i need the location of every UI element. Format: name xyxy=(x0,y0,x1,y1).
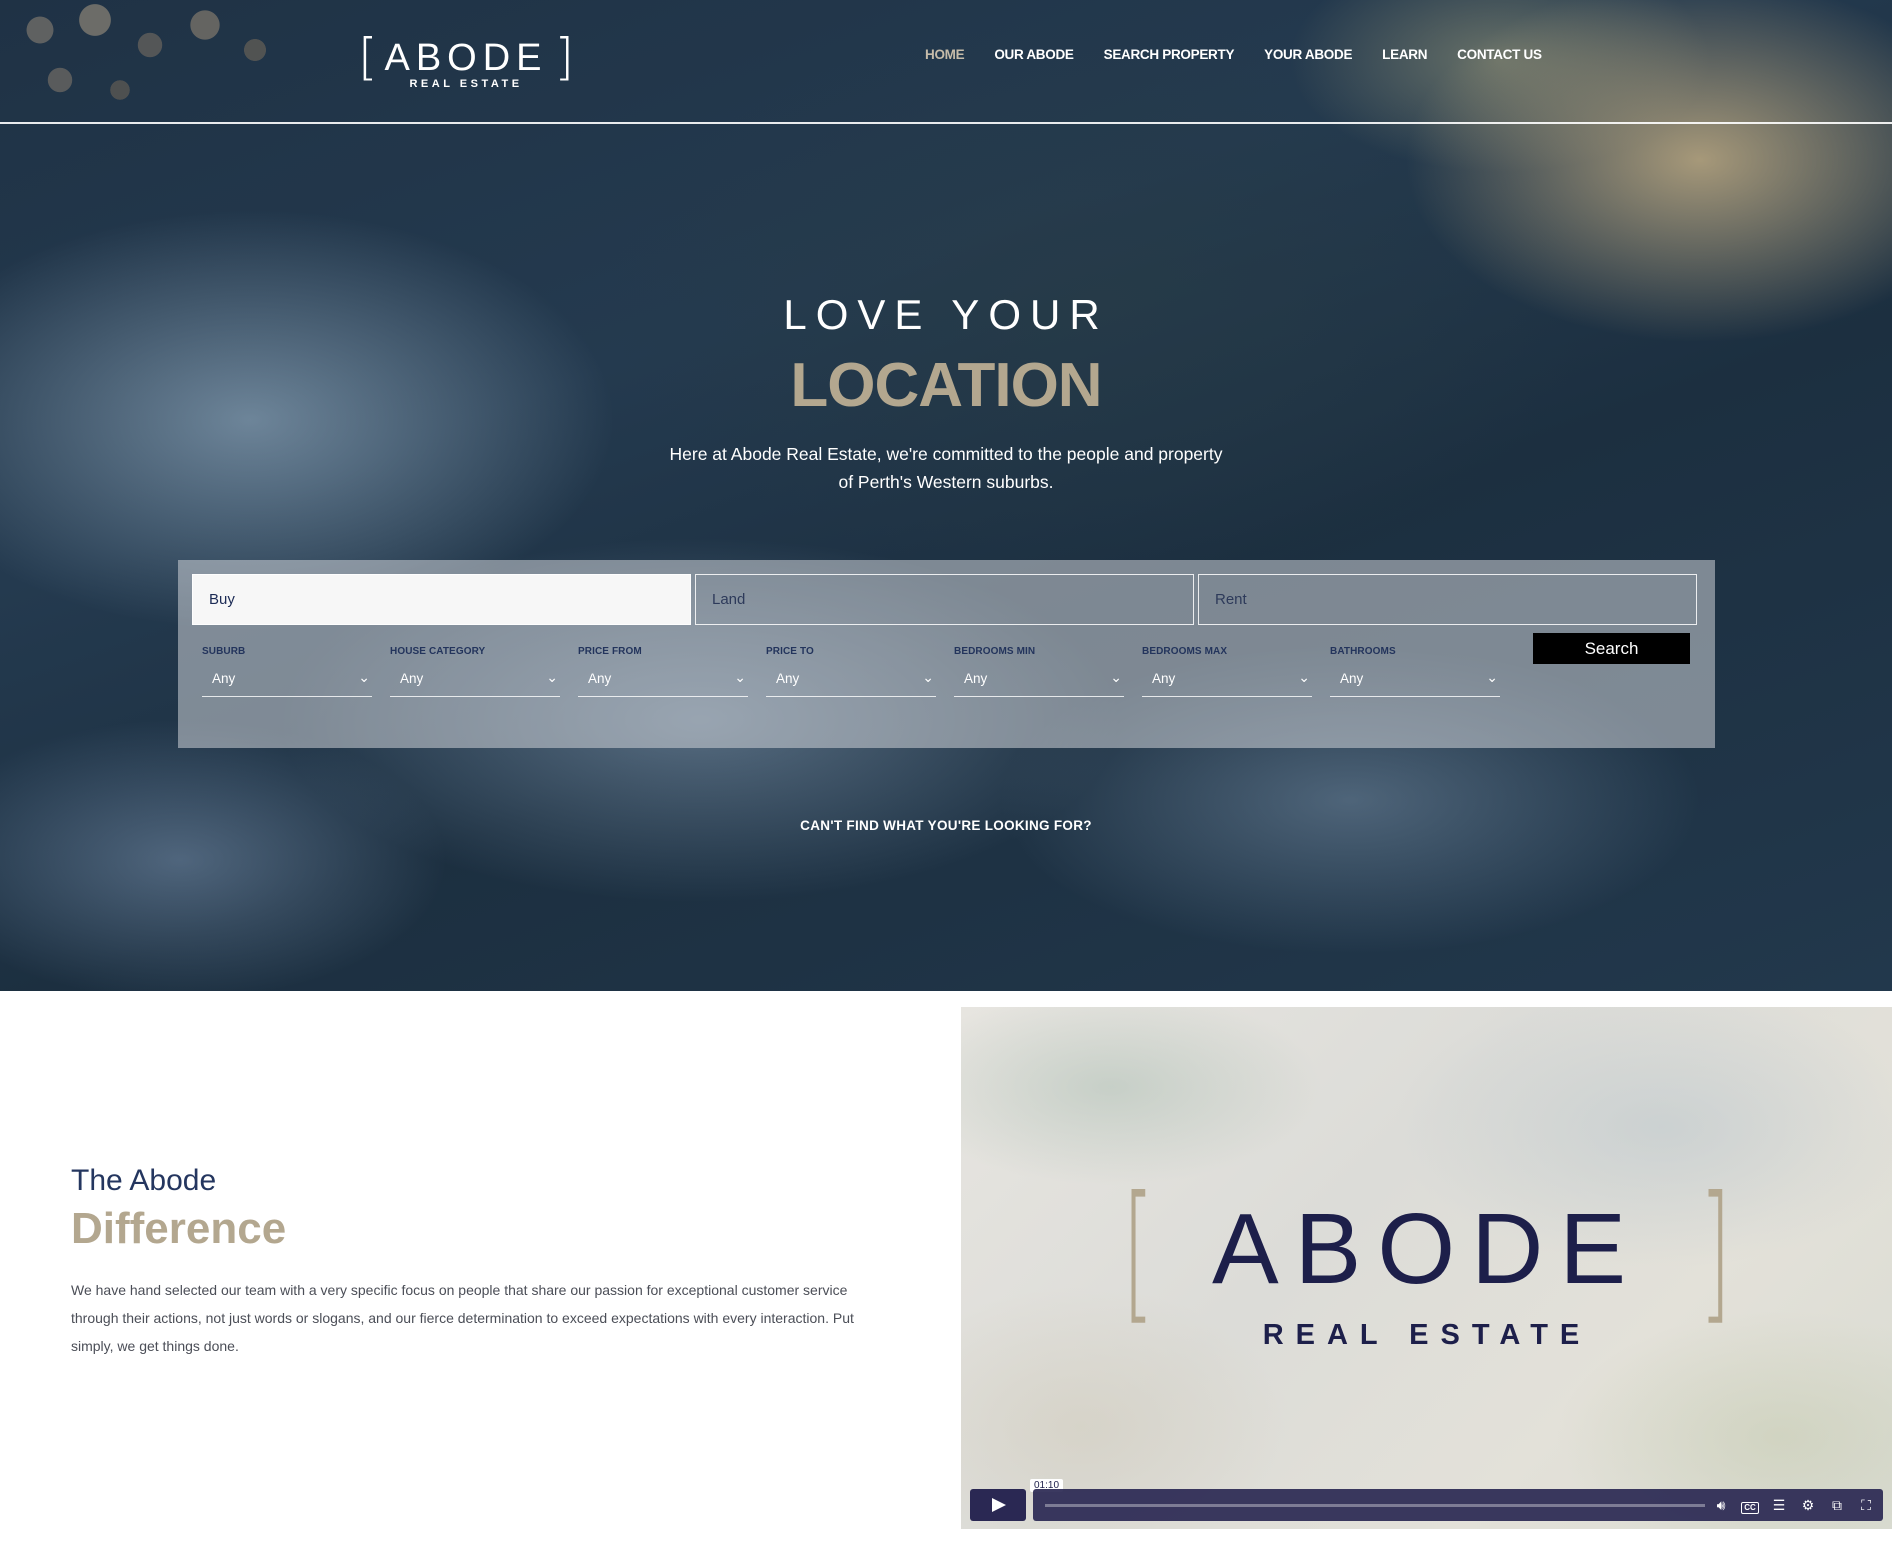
nav-item-your-abode[interactable]: YOUR ABODE xyxy=(1249,47,1367,62)
chevron-down-icon: ⌄ xyxy=(358,669,370,685)
bathrooms-select[interactable]: Any ⌄ xyxy=(1330,669,1500,697)
video-player[interactable]: [ ABODE REAL ESTATE ] 01:10 🔊︎ CC ☰ ⚙ ⧉ … xyxy=(961,1007,1892,1529)
main-nav: HOME OUR ABODE SEARCH PROPERTY YOUR ABOD… xyxy=(910,47,1557,62)
filter-label: BEDROOMS MIN xyxy=(954,646,1036,657)
filter-house-category: HOUSE CATEGORY Any ⌄ xyxy=(390,646,578,697)
search-type-tabs: Buy Land Rent xyxy=(192,574,1697,625)
filter-suburb: SUBURB Any ⌄ xyxy=(202,646,390,697)
nav-item-our-abode[interactable]: OUR ABODE xyxy=(979,47,1088,62)
cant-find-link[interactable]: CAN'T FIND WHAT YOU'RE LOOKING FOR? xyxy=(0,818,1892,833)
select-value: Any xyxy=(588,671,612,686)
site-logo[interactable]: [ ABODE REAL ESTATE ] xyxy=(358,28,574,92)
tab-land[interactable]: Land xyxy=(695,574,1194,625)
poster-bracket-right: ] xyxy=(1699,1165,1732,1339)
video-poster-logo: [ ABODE REAL ESTATE ] xyxy=(1122,1177,1732,1351)
filter-label: SUBURB xyxy=(202,646,246,657)
fullscreen-icon[interactable]: ⛶ xyxy=(1855,1495,1877,1515)
logo-wordmark: ABODE xyxy=(384,37,548,79)
video-control-bar: 🔊︎ CC ☰ ⚙ ⧉ ⛶ xyxy=(1033,1489,1883,1521)
hero-heading-line1: LOVE YOUR xyxy=(783,291,1109,338)
search-filter-fields: SUBURB Any ⌄ HOUSE CATEGORY Any ⌄ PRICE … xyxy=(202,646,1518,697)
hero-description: Here at Abode Real Estate, we're committ… xyxy=(669,444,1223,492)
difference-body: We have hand selected our team with a ve… xyxy=(71,1282,854,1354)
select-value: Any xyxy=(964,671,988,686)
chevron-down-icon: ⌄ xyxy=(546,669,558,685)
property-search-panel: Buy Land Rent Search SUBURB Any ⌄ HOUSE … xyxy=(178,560,1715,748)
nav-item-learn[interactable]: LEARN xyxy=(1367,47,1442,62)
hero-heading-line2: LOCATION xyxy=(790,351,1102,420)
select-value: Any xyxy=(212,671,236,686)
select-value: Any xyxy=(776,671,800,686)
difference-title-line1: The Abode xyxy=(71,1164,217,1197)
filter-price-to: PRICE TO Any ⌄ xyxy=(766,646,954,697)
filter-label: PRICE TO xyxy=(766,646,814,657)
price-to-select[interactable]: Any ⌄ xyxy=(766,669,936,697)
filter-label: BEDROOMS MAX xyxy=(1142,646,1228,657)
chevron-down-icon: ⌄ xyxy=(1298,669,1310,685)
select-value: Any xyxy=(1152,671,1176,686)
bedrooms-min-select[interactable]: Any ⌄ xyxy=(954,669,1124,697)
nav-item-contact-us[interactable]: CONTACT US xyxy=(1442,47,1557,62)
price-from-select[interactable]: Any ⌄ xyxy=(578,669,748,697)
video-control-icons: 🔊︎ CC ☰ ⚙ ⧉ ⛶ xyxy=(1710,1495,1877,1515)
hero-heading-block: LOVE YOUR LOCATION Here at Abode Real Es… xyxy=(0,290,1892,496)
site-header: [ ABODE REAL ESTATE ] HOME OUR ABODE SEA… xyxy=(0,0,1892,124)
select-value: Any xyxy=(400,671,424,686)
poster-bracket-left: [ xyxy=(1122,1165,1155,1339)
filter-bedrooms-max: BEDROOMS MAX Any ⌄ xyxy=(1142,646,1330,697)
settings-icon[interactable]: ⚙ xyxy=(1797,1495,1819,1515)
chevron-down-icon: ⌄ xyxy=(1110,669,1122,685)
volume-icon[interactable]: 🔊︎ xyxy=(1710,1495,1732,1515)
poster-subtitle: REAL ESTATE xyxy=(1262,1319,1592,1351)
play-button[interactable] xyxy=(970,1489,1026,1521)
bedrooms-max-select[interactable]: Any ⌄ xyxy=(1142,669,1312,697)
search-button[interactable]: Search xyxy=(1533,633,1690,664)
video-progress-bar[interactable] xyxy=(1045,1504,1705,1507)
nav-item-home[interactable]: HOME xyxy=(910,47,979,62)
filter-label: BATHROOMS xyxy=(1330,646,1396,657)
logo-bracket-left: [ xyxy=(358,28,378,86)
chevron-down-icon: ⌄ xyxy=(1486,669,1498,685)
hero-section: [ ABODE REAL ESTATE ] HOME OUR ABODE SEA… xyxy=(0,0,1892,991)
picture-in-picture-icon[interactable]: ⧉ xyxy=(1826,1495,1848,1515)
difference-title-line2: Difference xyxy=(71,1204,287,1253)
filter-label: PRICE FROM xyxy=(578,646,642,657)
captions-icon[interactable]: CC xyxy=(1739,1495,1761,1515)
chevron-down-icon: ⌄ xyxy=(922,669,934,685)
tab-buy[interactable]: Buy xyxy=(192,574,691,625)
filter-label: HOUSE CATEGORY xyxy=(390,646,486,657)
transcript-icon[interactable]: ☰ xyxy=(1768,1495,1790,1515)
tab-rent[interactable]: Rent xyxy=(1198,574,1697,625)
house-category-select[interactable]: Any ⌄ xyxy=(390,669,560,697)
play-icon xyxy=(992,1498,1006,1512)
logo-bracket-right: ] xyxy=(554,28,574,86)
filter-bathrooms: BATHROOMS Any ⌄ xyxy=(1330,646,1518,697)
filter-bedrooms-min: BEDROOMS MIN Any ⌄ xyxy=(954,646,1142,697)
suburb-select[interactable]: Any ⌄ xyxy=(202,669,372,697)
chevron-down-icon: ⌄ xyxy=(734,669,746,685)
select-value: Any xyxy=(1340,671,1364,686)
poster-wordmark: ABODE xyxy=(1211,1193,1643,1305)
filter-price-from: PRICE FROM Any ⌄ xyxy=(578,646,766,697)
nav-item-search-property[interactable]: SEARCH PROPERTY xyxy=(1089,47,1250,62)
abode-difference-section: The Abode Difference We have hand select… xyxy=(71,1164,871,1360)
logo-subtitle: REAL ESTATE xyxy=(409,78,523,90)
